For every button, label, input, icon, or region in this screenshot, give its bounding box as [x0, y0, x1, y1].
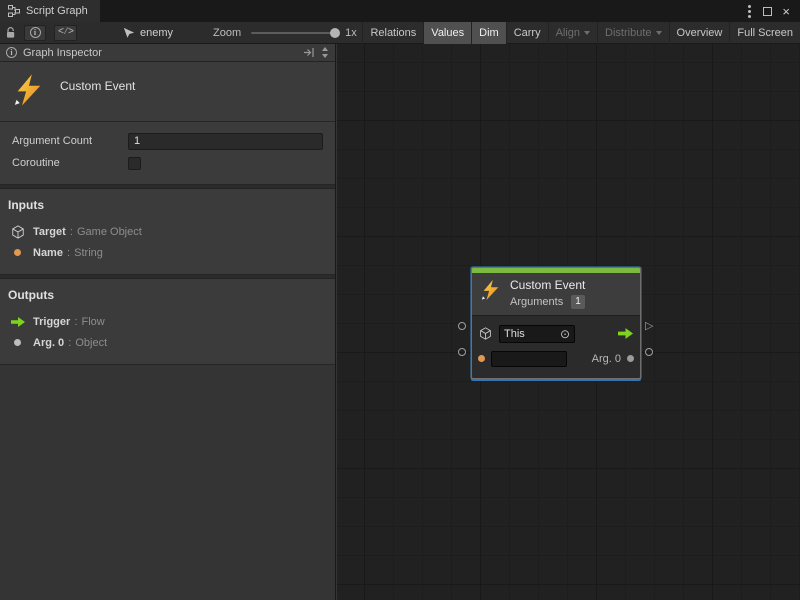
- toolbar-buttons: Relations Values Dim Carry Align Distrib…: [362, 22, 800, 44]
- inspector-header: i Graph Inspector: [0, 44, 335, 62]
- script-graph-icon: [8, 5, 20, 17]
- chevron-down-icon: [656, 31, 662, 35]
- tab-script-graph[interactable]: Script Graph: [0, 0, 100, 22]
- node-row-target: This ⊙: [478, 321, 634, 346]
- context-label: enemy: [140, 27, 173, 39]
- graph-canvas[interactable]: Custom Event Arguments 1 This ⊙: [337, 44, 800, 600]
- title-bar: Script Graph ×: [0, 0, 800, 22]
- distribute-dropdown[interactable]: Distribute: [597, 22, 668, 44]
- node-body: This ⊙ Arg. 0: [472, 316, 640, 378]
- event-header-section: Custom Event: [0, 62, 335, 122]
- coroutine-label: Coroutine: [12, 157, 128, 169]
- cube-icon: [478, 327, 493, 340]
- dock-icon[interactable]: [303, 47, 315, 58]
- maximize-icon: [763, 7, 772, 16]
- cursor-icon: [123, 27, 135, 39]
- close-button[interactable]: ×: [782, 5, 790, 18]
- zoom-slider[interactable]: [251, 32, 337, 34]
- tab-label: Script Graph: [26, 5, 88, 17]
- graph-context[interactable]: enemy: [123, 27, 173, 39]
- custom-event-icon: [480, 278, 502, 302]
- info-icon: i: [30, 27, 41, 38]
- code-preview-button[interactable]: <∕>: [54, 25, 77, 41]
- event-title: Custom Event: [60, 79, 135, 93]
- object-picker-icon[interactable]: ⊙: [560, 328, 570, 340]
- target-dropdown[interactable]: This ⊙: [499, 325, 575, 343]
- input-row-name: Name : String: [8, 242, 327, 263]
- input-row-target: Target : Game Object: [8, 221, 327, 242]
- node-header[interactable]: Custom Event Arguments 1: [472, 273, 640, 316]
- zoom-label: Zoom: [213, 27, 241, 39]
- event-name-input[interactable]: [491, 351, 567, 367]
- full-screen-button[interactable]: Full Screen: [729, 22, 800, 44]
- external-output-port-trigger[interactable]: ▷: [645, 321, 653, 332]
- external-input-port-name[interactable]: [458, 348, 466, 356]
- node-title: Custom Event: [510, 278, 585, 292]
- zoom-value: 1x: [345, 27, 357, 39]
- values-button[interactable]: Values: [423, 22, 471, 44]
- custom-event-node[interactable]: Custom Event Arguments 1 This ⊙: [471, 267, 641, 379]
- inspector-toggle-button[interactable]: i: [24, 25, 46, 41]
- node-row-arg0: Arg. 0: [478, 346, 634, 371]
- inputs-title: Inputs: [8, 198, 327, 212]
- cube-icon: [10, 225, 25, 239]
- outputs-section: Outputs Trigger : Flow Arg. 0 : Object: [0, 279, 335, 365]
- inspector-title: Graph Inspector: [23, 47, 102, 59]
- outputs-title: Outputs: [8, 288, 327, 302]
- info-icon: i: [6, 47, 17, 58]
- string-port-dot: [10, 249, 25, 256]
- lock-icon: [5, 26, 16, 39]
- output-row-arg0: Arg. 0 : Object: [8, 332, 327, 353]
- arg0-port[interactable]: [627, 355, 634, 362]
- overview-button[interactable]: Overview: [669, 22, 730, 44]
- external-output-port-arg0[interactable]: [645, 348, 653, 356]
- argument-count-label: Argument Count: [12, 135, 128, 147]
- arg0-label: Arg. 0: [592, 353, 621, 365]
- zoom-slider-knob[interactable]: [330, 28, 340, 38]
- dim-button[interactable]: Dim: [471, 22, 506, 44]
- chevron-down-icon: [584, 31, 590, 35]
- argument-count-field[interactable]: [128, 133, 323, 150]
- inputs-section: Inputs Target : Game Object Name : Strin…: [0, 189, 335, 275]
- carry-button[interactable]: Carry: [506, 22, 548, 44]
- graph-toolbar: i <∕> enemy Zoom 1x Relations Values Dim…: [0, 22, 800, 44]
- external-input-port-target[interactable]: [458, 322, 466, 330]
- object-port-dot: [10, 339, 25, 346]
- flow-arrow-icon: [618, 328, 633, 339]
- node-arguments-label: Arguments: [510, 296, 563, 308]
- scroll-arrows-icon[interactable]: [322, 47, 329, 58]
- node-arguments-value[interactable]: 1: [571, 295, 585, 309]
- kebab-icon: [748, 10, 751, 13]
- custom-event-icon: [12, 73, 46, 107]
- graph-inspector-panel: i Graph Inspector Custom Event Argument …: [0, 44, 336, 600]
- trigger-port[interactable]: [618, 328, 633, 339]
- flow-arrow-icon: [10, 317, 25, 327]
- output-row-trigger: Trigger : Flow: [8, 311, 327, 332]
- lock-button[interactable]: [5, 26, 16, 39]
- name-port[interactable]: [478, 355, 485, 362]
- coroutine-checkbox[interactable]: [128, 157, 141, 170]
- maximize-button[interactable]: [763, 7, 772, 16]
- window-menu-button[interactable]: [746, 10, 753, 13]
- relations-button[interactable]: Relations: [362, 22, 423, 44]
- align-dropdown[interactable]: Align: [548, 22, 597, 44]
- event-settings-section: Argument Count Coroutine: [0, 122, 335, 185]
